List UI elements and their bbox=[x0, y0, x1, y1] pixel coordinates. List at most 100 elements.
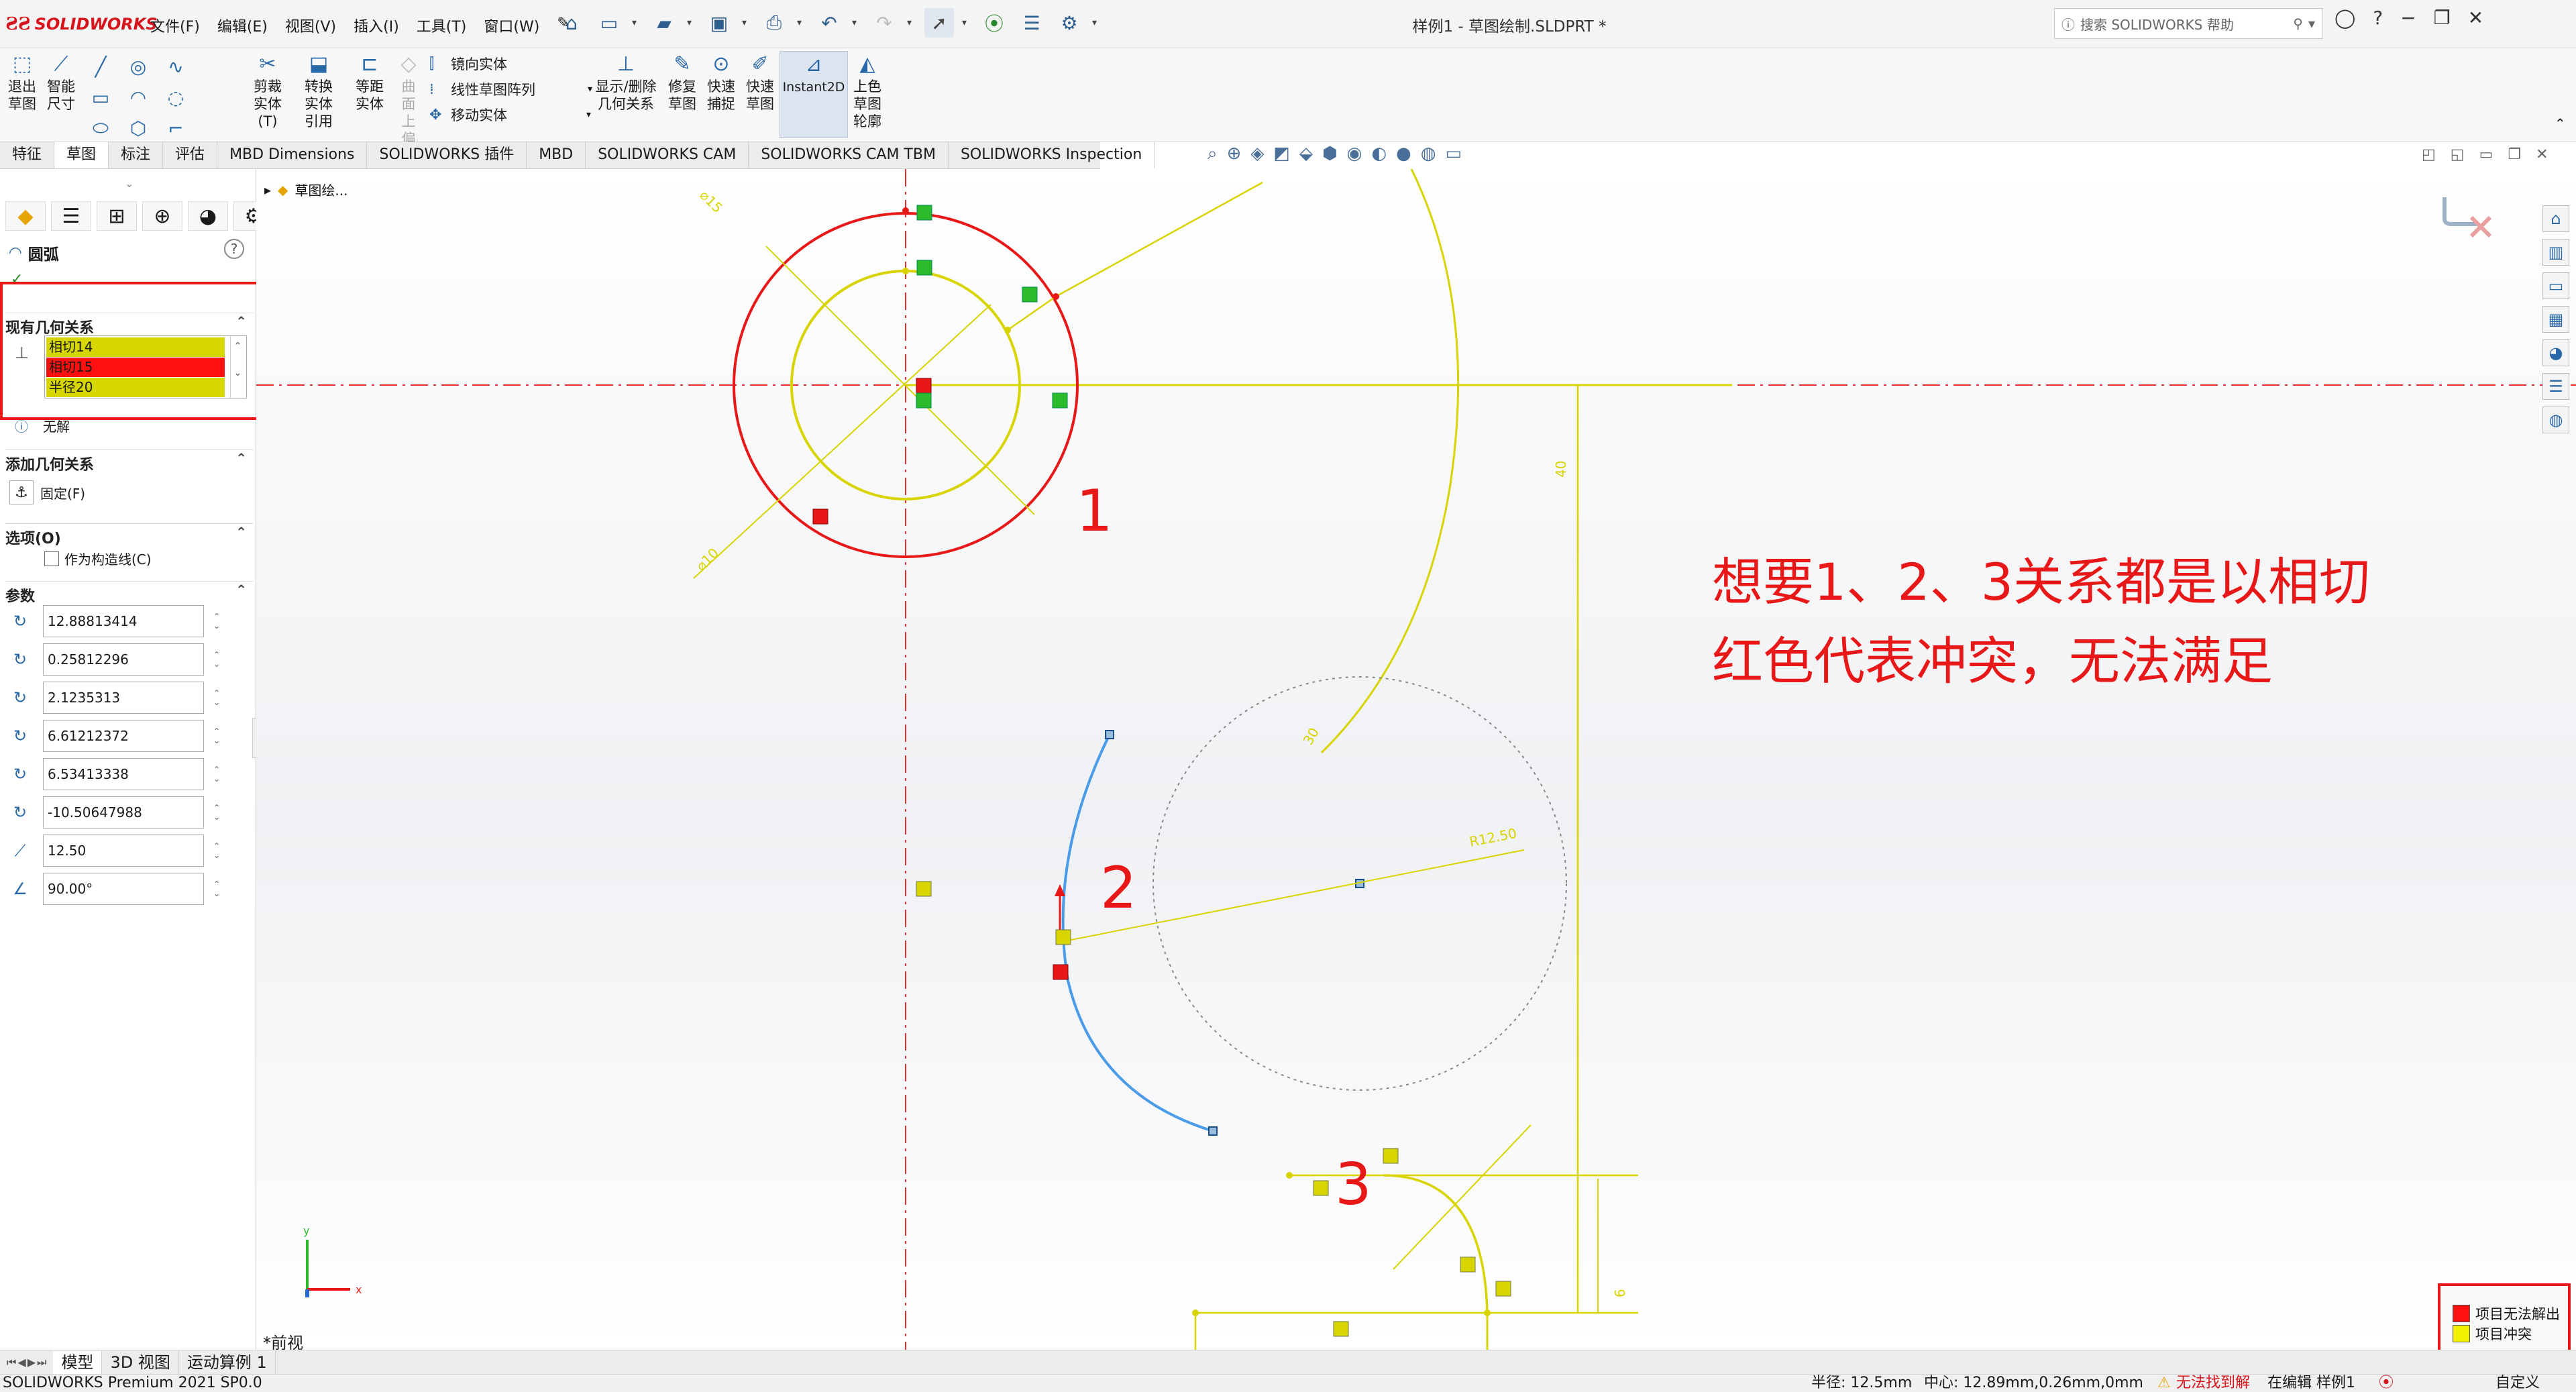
dim-r1250-label[interactable]: R12.50 bbox=[1468, 825, 1517, 850]
tab-sketch[interactable]: 草图 bbox=[54, 142, 109, 168]
file-explorer-icon[interactable]: ▭ bbox=[2542, 272, 2569, 299]
file-properties-icon[interactable]: ☰ bbox=[1017, 8, 1046, 38]
coincident-relation-icon[interactable] bbox=[1022, 286, 1038, 303]
solidworks-logo[interactable]: ƧƧ SOLIDWORKS bbox=[5, 9, 158, 39]
selected-arc[interactable] bbox=[1061, 734, 1214, 1132]
user-icon[interactable]: ◯ bbox=[2334, 7, 2355, 29]
display-style-icon[interactable]: ◉ bbox=[1347, 144, 1362, 164]
ribbon-collapse-icon[interactable]: ⌃ bbox=[2555, 115, 2566, 131]
print-icon[interactable]: ⎙ bbox=[759, 8, 789, 38]
param-input[interactable]: 0.25812296 bbox=[43, 643, 204, 676]
menu-edit[interactable]: 编辑(E) bbox=[215, 13, 270, 38]
move-entities-item[interactable]: ✥ 移动实体 ▾ bbox=[429, 105, 592, 125]
mirror-entities-item[interactable]: ⫿ 镜向实体 bbox=[429, 54, 592, 74]
param-input[interactable]: -10.50647988 bbox=[43, 796, 204, 828]
offset-entities-button[interactable]: ⊏ 等距实体 bbox=[350, 51, 389, 113]
zoom-area-icon[interactable]: ⊕ bbox=[1227, 144, 1242, 164]
param-spinner-icon[interactable]: ⌃ ⌄ bbox=[213, 765, 220, 784]
previous-view-icon[interactable]: ◈ bbox=[1250, 144, 1264, 164]
menu-insert[interactable]: 插入(I) bbox=[351, 13, 402, 38]
menu-view[interactable]: 视图(V) bbox=[282, 13, 339, 38]
first-tab-icon[interactable]: ⏮ bbox=[7, 1356, 16, 1369]
dim-6-label[interactable]: 6 bbox=[1612, 1289, 1628, 1297]
graphics-area[interactable]: ⌀10 ⌀15 30 R12.50 40 6 y x ▸ ◆ 草图绘... *前… bbox=[256, 169, 2576, 1350]
slot-icon[interactable]: ⬭ bbox=[82, 113, 119, 144]
horizontal-relation-icon[interactable] bbox=[1333, 1321, 1349, 1337]
panel-handle-icon[interactable]: ⌄ bbox=[125, 177, 133, 190]
tab-mbd-dimensions[interactable]: MBD Dimensions bbox=[217, 142, 368, 168]
property-manager-tab-icon[interactable]: ☰ bbox=[51, 201, 91, 231]
last-tab-icon[interactable]: ⏭ bbox=[37, 1356, 46, 1369]
rectangle-icon[interactable]: ▭ bbox=[82, 82, 119, 113]
large-arc[interactable] bbox=[1320, 169, 1460, 754]
tab-motion-study[interactable]: 运动算例 1 bbox=[179, 1350, 276, 1374]
param-input[interactable]: 12.88813414 bbox=[43, 605, 204, 637]
design-library-icon[interactable]: ▥ bbox=[2542, 239, 2569, 266]
save-caret-icon[interactable]: ▾ bbox=[742, 17, 751, 28]
shaded-sketch-contours-button[interactable]: ◭ 上色草图轮廓 bbox=[848, 51, 887, 130]
hide-show-icon[interactable]: ◐ bbox=[1371, 144, 1387, 164]
polygon-circle-icon[interactable]: ◌ bbox=[157, 82, 195, 113]
param-spinner-icon[interactable]: ⌃ ⌄ bbox=[213, 879, 220, 898]
param-input[interactable]: 90.00° bbox=[43, 873, 204, 905]
help-icon[interactable]: ? bbox=[2373, 7, 2383, 29]
vertical-relation-icon[interactable] bbox=[1495, 1281, 1511, 1297]
polygon-icon[interactable]: ⬡ bbox=[119, 113, 157, 144]
sketch-point[interactable] bbox=[1286, 1172, 1293, 1179]
sketch-point[interactable] bbox=[902, 207, 909, 214]
sketch-point[interactable] bbox=[1192, 1309, 1199, 1316]
menu-file[interactable]: 文件(F) bbox=[148, 13, 203, 38]
tangent-relation-icon[interactable] bbox=[1460, 1256, 1476, 1273]
tangent-conflict-icon[interactable] bbox=[1053, 964, 1069, 980]
search-caret-icon[interactable]: ▾ bbox=[2308, 15, 2315, 32]
tab-features[interactable]: 特征 bbox=[0, 142, 55, 168]
construction-checkbox-row[interactable]: 作为构造线(C) bbox=[44, 549, 152, 568]
spline-icon[interactable]: ∿ bbox=[157, 51, 195, 82]
vertical-relation-icon[interactable] bbox=[916, 881, 932, 897]
sketch-point[interactable] bbox=[1053, 293, 1059, 300]
smart-dimension-button[interactable]: ⟋ 智能尺寸 bbox=[42, 51, 80, 113]
view-settings-icon[interactable]: ▭ bbox=[1445, 144, 1462, 164]
viewport-restore-icon[interactable]: ❐ bbox=[2508, 146, 2521, 163]
tab-evaluate[interactable]: 评估 bbox=[163, 142, 218, 168]
tangent-conflict-icon[interactable] bbox=[812, 508, 828, 525]
prev-tab-icon[interactable]: ◀ bbox=[17, 1356, 25, 1369]
tangent-relation-icon[interactable] bbox=[1313, 1180, 1329, 1196]
exit-sketch-button[interactable]: ⬚ 退出草图 bbox=[3, 51, 42, 113]
sketch-point[interactable] bbox=[902, 268, 909, 274]
view-palette-icon[interactable]: ▦ bbox=[2542, 306, 2569, 333]
param-input[interactable]: 6.53413338 bbox=[43, 758, 204, 790]
restore-icon[interactable]: ❐ bbox=[2434, 7, 2451, 29]
dimxpert-tab-icon[interactable]: ⊕ bbox=[142, 201, 182, 231]
dim-d15-label[interactable]: ⌀15 bbox=[696, 187, 725, 216]
view-orientation-icon[interactable]: ⬢ bbox=[1322, 144, 1338, 164]
coincident-relation-icon[interactable] bbox=[916, 260, 932, 276]
options-caret-icon[interactable]: ▾ bbox=[1092, 17, 1102, 28]
add-relations-header[interactable]: 添加几何关系 ⌃ bbox=[5, 449, 254, 474]
tab-addins[interactable]: SOLIDWORKS 插件 bbox=[367, 142, 527, 168]
coincident-relation-icon[interactable] bbox=[916, 392, 932, 409]
help-question-icon[interactable]: ? bbox=[224, 239, 244, 259]
tab-markup[interactable]: 标注 bbox=[109, 142, 164, 168]
param-spinner-icon[interactable]: ⌃ ⌄ bbox=[213, 727, 220, 745]
viewport-minimize-icon[interactable]: ▭ bbox=[2479, 146, 2493, 163]
solidworks-resources-icon[interactable]: ⌂ bbox=[2542, 205, 2569, 232]
param-spinner-icon[interactable]: ⌃ ⌄ bbox=[213, 803, 220, 822]
rapid-sketch-button[interactable]: ✐ 快速草图 bbox=[741, 51, 780, 113]
minimize-icon[interactable]: − bbox=[2400, 7, 2416, 29]
horizontal-relation-icon[interactable] bbox=[1052, 392, 1068, 409]
next-tab-icon[interactable]: ▶ bbox=[28, 1356, 36, 1369]
close-icon[interactable]: ✕ bbox=[2468, 7, 2483, 29]
viewport-close-icon[interactable]: ✕ bbox=[2536, 146, 2548, 163]
search-icon[interactable]: ⚲ bbox=[2293, 15, 2303, 32]
traffic-light-icon[interactable]: ⦿ bbox=[979, 8, 1009, 38]
line-icon[interactable]: ╱ bbox=[82, 51, 119, 82]
help-search-box[interactable]: ⓘ 搜索 SOLIDWORKS 帮助 ⚲ ▾ bbox=[2054, 8, 2322, 39]
redo-icon[interactable]: ↷ bbox=[869, 8, 899, 38]
configuration-manager-tab-icon[interactable]: ⊞ bbox=[97, 201, 137, 231]
viewport-expand-icon[interactable]: ◰ bbox=[2422, 146, 2436, 163]
open-icon[interactable]: ▰ bbox=[649, 8, 679, 38]
param-input[interactable]: 12.50 bbox=[43, 835, 204, 867]
fillet-arc[interactable] bbox=[1383, 1174, 1489, 1314]
repair-sketch-button[interactable]: ✎ 修复草图 bbox=[663, 51, 702, 113]
